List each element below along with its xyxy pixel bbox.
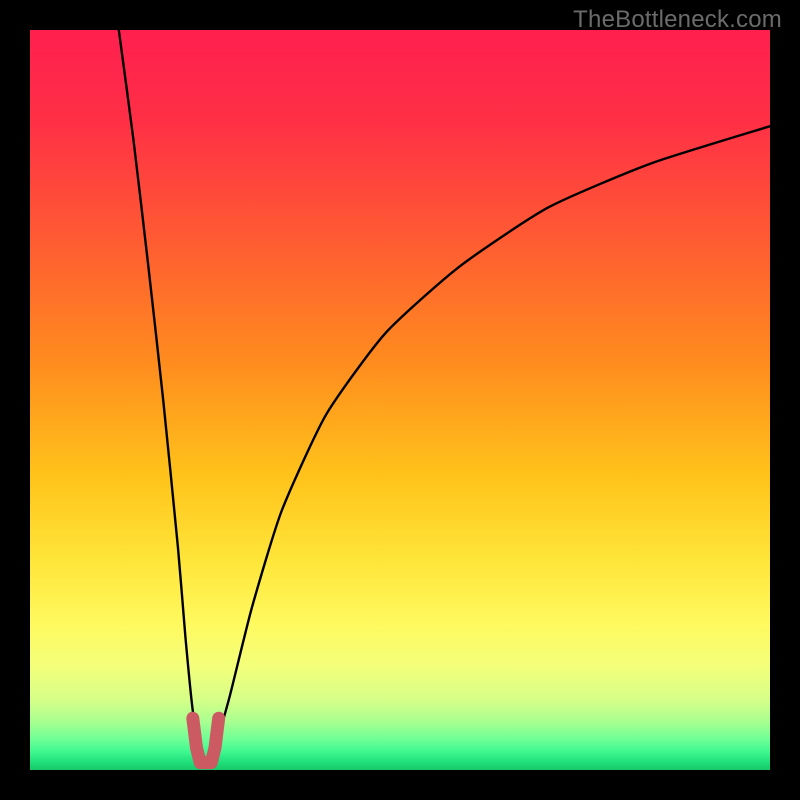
chart-frame <box>30 30 770 770</box>
curve-layer <box>30 30 770 770</box>
bottleneck-curve <box>119 30 770 763</box>
valley-marker <box>193 718 219 762</box>
